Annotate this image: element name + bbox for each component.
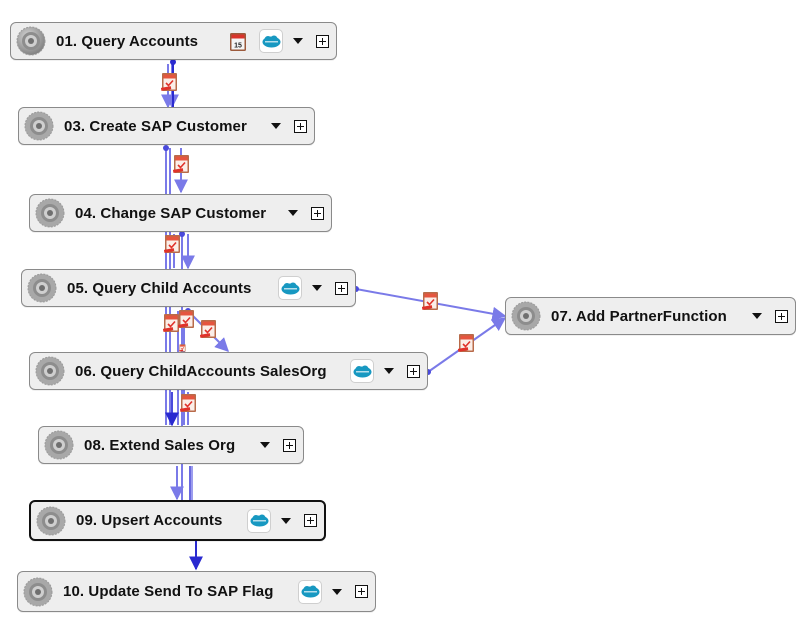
operation-gear-icon <box>27 273 57 303</box>
node-label: 10. Update Send To SAP Flag <box>63 583 274 600</box>
condition-badge-icon[interactable] <box>180 393 197 413</box>
node-update-send-to-sap-flag[interactable]: 10. Update Send To SAP Flag <box>17 571 376 612</box>
dropdown-caret-icon[interactable] <box>260 442 270 448</box>
node-label: 03. Create SAP Customer <box>64 117 247 135</box>
dropdown-caret-icon[interactable] <box>752 313 762 319</box>
expand-icon[interactable] <box>355 585 368 598</box>
condition-badge-icon[interactable] <box>200 319 217 339</box>
operation-gear-icon <box>511 301 541 331</box>
condition-badge-icon[interactable] <box>422 291 439 311</box>
salesforce-icon[interactable] <box>298 579 322 604</box>
salesforce-icon[interactable] <box>259 29 283 53</box>
node-label: 06. Query ChildAccounts SalesOrg <box>75 362 327 380</box>
salesforce-icon[interactable] <box>350 359 374 383</box>
condition-badge-icon[interactable] <box>163 313 180 333</box>
condition-badge-icon[interactable] <box>173 154 190 174</box>
node-label: 01. Query Accounts <box>56 32 199 50</box>
node-extend-sales-org[interactable]: 08. Extend Sales Org <box>38 426 304 464</box>
node-upsert-accounts[interactable]: 09. Upsert Accounts <box>29 500 326 541</box>
operation-gear-icon <box>16 26 46 56</box>
dropdown-caret-icon[interactable] <box>281 517 291 524</box>
expand-icon[interactable] <box>775 309 788 323</box>
expand-icon[interactable] <box>335 281 348 295</box>
expand-icon[interactable] <box>283 438 296 452</box>
salesforce-icon[interactable] <box>278 276 302 300</box>
dropdown-caret-icon[interactable] <box>271 123 281 129</box>
node-label: 04. Change SAP Customer <box>75 204 267 222</box>
expand-icon[interactable] <box>316 34 329 48</box>
condition-badge-icon[interactable] <box>178 344 187 352</box>
dropdown-caret-icon[interactable] <box>293 38 303 44</box>
edge-06-07[interactable] <box>427 317 507 373</box>
expand-icon[interactable] <box>294 119 307 133</box>
node-query-childaccounts-salesorg[interactable]: 06. Query ChildAccounts SalesOrg <box>29 352 428 390</box>
operation-gear-icon <box>35 198 65 228</box>
expand-icon[interactable] <box>304 514 317 527</box>
expand-icon[interactable] <box>311 206 324 220</box>
node-query-accounts[interactable]: 01. Query Accounts 15 <box>10 22 337 60</box>
dropdown-caret-icon[interactable] <box>312 285 322 291</box>
node-label: 08. Extend Sales Org <box>84 436 236 454</box>
operation-gear-icon <box>36 506 66 535</box>
node-create-sap-customer[interactable]: 03. Create SAP Customer <box>18 107 315 145</box>
dropdown-caret-icon[interactable] <box>384 368 394 374</box>
node-add-partnerfunction[interactable]: 07. Add PartnerFunction <box>505 297 796 335</box>
svg-text:15: 15 <box>234 42 242 49</box>
flow-canvas[interactable]: 01. Query Accounts 15 03. Create SAP Cus… <box>0 0 808 630</box>
node-label: 09. Upsert Accounts <box>76 512 223 529</box>
dropdown-caret-icon[interactable] <box>332 588 342 595</box>
operation-gear-icon <box>24 111 54 141</box>
condition-badge-icon[interactable] <box>161 72 178 92</box>
operation-gear-icon <box>44 430 74 460</box>
expand-icon[interactable] <box>407 364 420 378</box>
salesforce-icon[interactable] <box>247 508 271 533</box>
dropdown-caret-icon[interactable] <box>288 210 298 216</box>
operation-gear-icon <box>23 577 53 606</box>
node-label: 07. Add PartnerFunction <box>551 307 727 325</box>
condition-badge-icon[interactable] <box>178 309 195 329</box>
edge-05-06[interactable] <box>187 310 229 352</box>
node-label: 05. Query Child Accounts <box>67 279 252 297</box>
condition-badge-icon[interactable] <box>164 234 181 254</box>
edge-05-07[interactable] <box>355 288 507 321</box>
operation-gear-icon <box>35 356 65 386</box>
condition-badge-icon[interactable] <box>458 333 475 353</box>
schedule-icon[interactable]: 15 <box>229 31 247 52</box>
node-query-child-accounts[interactable]: 05. Query Child Accounts <box>21 269 356 307</box>
node-change-sap-customer[interactable]: 04. Change SAP Customer <box>29 194 332 232</box>
